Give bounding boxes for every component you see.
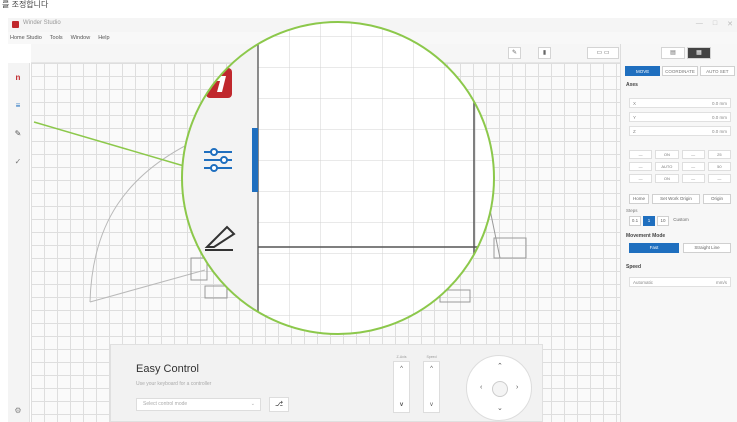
app-screenshot: 를 조정합니다 Winder Studio — □ ✕ Home Studio … [0,0,737,422]
lens-grid [258,22,494,334]
lens-logo-icon [206,68,232,98]
callout-line [33,121,185,167]
lens-active-indicator [252,128,258,192]
lens-sliders-icon [204,148,232,172]
magnifier-overlay [33,21,495,335]
